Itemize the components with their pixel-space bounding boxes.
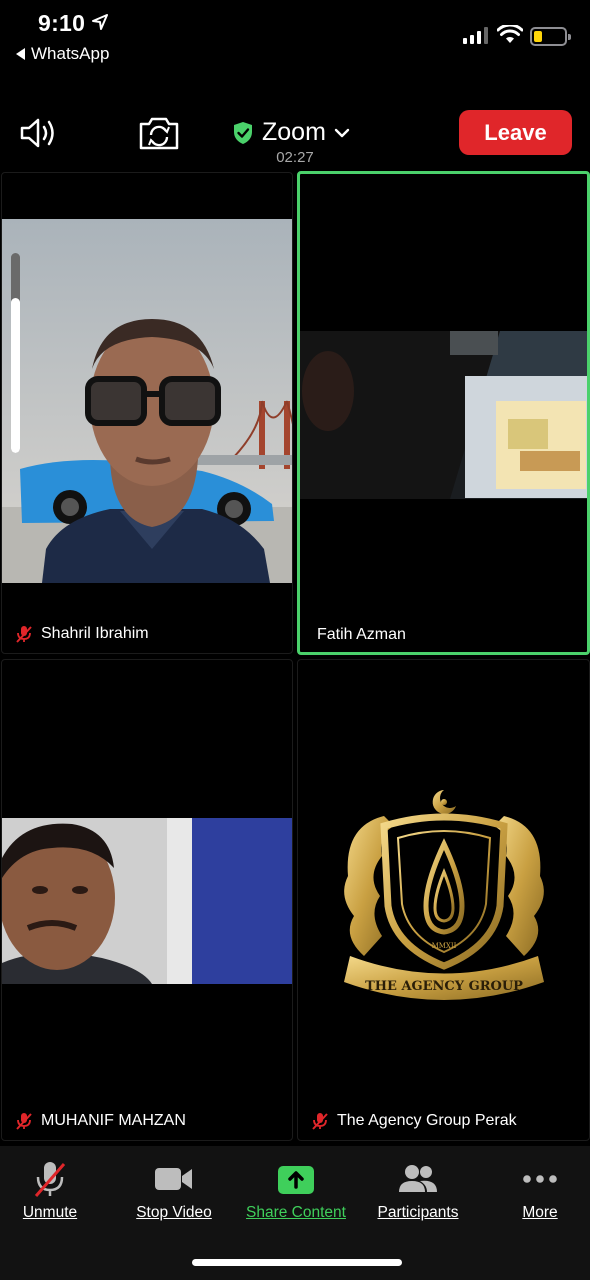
logo-banner-text: THE AGENCY GROUP	[365, 979, 523, 994]
wifi-icon	[497, 25, 523, 43]
participant-nameplate: Shahril Ibrahim	[14, 624, 149, 644]
logo-year-text: MMXII	[432, 942, 457, 950]
unmute-button[interactable]: Unmute	[18, 1160, 82, 1222]
more-button[interactable]: More	[510, 1160, 570, 1222]
toolbar-label: Unmute	[22, 1204, 78, 1221]
participant-nameplate: The Agency Group Perak	[310, 1111, 517, 1131]
chevron-down-icon	[334, 128, 350, 137]
stop-video-button[interactable]: Stop Video	[131, 1160, 217, 1222]
participant-name: Fatih Azman	[317, 626, 406, 643]
back-to-app-link[interactable]: WhatsApp	[16, 44, 109, 64]
back-app-label: WhatsApp	[31, 44, 110, 63]
video-frame-image	[2, 219, 292, 583]
toolbar-label: Share Content	[246, 1204, 346, 1221]
participant-tile[interactable]: Shahril Ibrahim	[1, 172, 293, 654]
cellular-signal-icon	[463, 27, 488, 44]
participant-nameplate: Fatih Azman	[317, 626, 406, 644]
participant-tile[interactable]: MUHANIF MAHZAN	[1, 659, 293, 1141]
mic-muted-icon	[16, 626, 32, 643]
participant-video	[2, 818, 292, 984]
leave-button[interactable]: Leave	[459, 110, 572, 155]
meeting-top-bar: Zoom 02:27 Leave	[0, 100, 590, 170]
audio-level-meter	[11, 253, 20, 453]
participant-name: MUHANIF MAHZAN	[41, 1112, 186, 1129]
participant-tile[interactable]: MMXII THE AGENCY GROUP The Agency Group …	[297, 659, 590, 1141]
speaker-icon	[20, 118, 54, 148]
participants-icon	[399, 1165, 437, 1192]
participant-name: The Agency Group Perak	[337, 1112, 517, 1129]
mic-muted-icon	[312, 1113, 328, 1130]
location-arrow-icon	[92, 14, 108, 30]
back-triangle-icon	[16, 48, 25, 60]
switch-camera-icon	[139, 117, 179, 150]
share-screen-icon	[278, 1166, 314, 1194]
participant-tile-active-speaker[interactable]: Fatih Azman	[297, 171, 590, 655]
status-bar: 9:10 WhatsApp	[0, 0, 590, 80]
agency-group-crest-logo: MMXII THE AGENCY GROUP	[344, 790, 544, 1000]
toolbar-label: Participants	[377, 1204, 459, 1221]
video-frame-image	[300, 331, 587, 499]
battery-icon	[530, 27, 571, 46]
participant-name: Shahril Ibrahim	[41, 625, 149, 642]
speaker-button[interactable]	[16, 113, 62, 153]
mic-muted-icon	[16, 1113, 32, 1130]
participants-button[interactable]: Participants	[372, 1160, 464, 1222]
meeting-title: Zoom	[262, 118, 326, 146]
video-camera-icon	[155, 1168, 192, 1190]
toolbar-label: More	[522, 1204, 558, 1221]
more-dots-icon	[523, 1175, 557, 1183]
meeting-title-dropdown[interactable]: Zoom	[232, 118, 350, 147]
switch-camera-button[interactable]	[136, 112, 182, 154]
mic-muted-icon	[34, 1162, 66, 1197]
share-content-button[interactable]: Share Content	[241, 1160, 351, 1222]
home-indicator[interactable]	[192, 1259, 402, 1266]
participant-video	[300, 331, 587, 499]
status-time: 9:10	[38, 10, 86, 36]
security-shield-icon	[234, 121, 252, 144]
video-frame-image	[2, 818, 292, 984]
participant-nameplate: MUHANIF MAHZAN	[14, 1111, 186, 1131]
toolbar-label: Stop Video	[136, 1204, 212, 1221]
participant-video	[2, 219, 292, 583]
